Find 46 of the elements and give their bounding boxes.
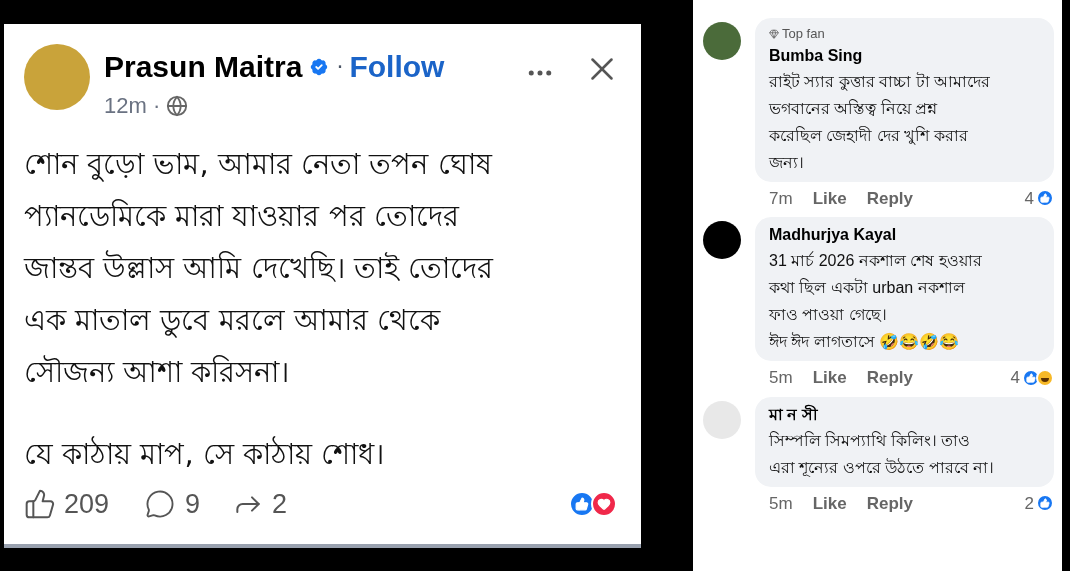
commenter-name[interactable]: Madhurjya Kayal [769, 223, 1040, 247]
comment-text-line: সিম্পলি সিমপ্যাথি কিলিং। তাও [769, 430, 972, 451]
comment-text-line: এরা শূন্যের ওপরে উঠতে পারবে না। [769, 457, 996, 479]
comment-text-line: ফাও পাওয়া গেছে। [769, 305, 888, 325]
comment-text-line: রাইট স্যার কুত্তার বাচ্চা টা আমাদের [769, 71, 992, 93]
avatar [703, 22, 741, 60]
like-link[interactable]: Like [812, 490, 847, 516]
comment-text-line: করেছিল জেহাদী দের খুশি করার [769, 125, 969, 147]
separator-dot: · [336, 53, 344, 81]
comment-time: 5m [769, 492, 793, 515]
commenter-name[interactable]: Bumba Sing [769, 43, 1040, 68]
like-link[interactable]: Like [812, 185, 847, 211]
like-link[interactable]: Like [812, 365, 847, 391]
comment-count: 9 [185, 487, 201, 521]
reaction-count: 4 [1024, 187, 1034, 210]
post-time: 12m · [104, 92, 161, 120]
reply-link[interactable]: Reply [866, 490, 913, 516]
post-text-line: যে কাঠায় মাপ, সে কাঠায় শোধ। [24, 435, 386, 473]
post-text-line: এক মাতাল ডুবে মরলে আমার থেকে [24, 302, 442, 340]
comment-text-line: ভগবানের অস্তিত্ব নিয়ে প্রশ্ন [769, 98, 939, 119]
post-text-line: জান্তব উল্লাস আমি দেখেছি। তাই তোদের [24, 249, 495, 287]
author-name[interactable]: Prasun Maitra [104, 44, 303, 89]
gem-icon [769, 28, 779, 39]
commenter-name[interactable]: মা ন সী [769, 402, 1040, 427]
reply-link[interactable]: Reply [866, 365, 913, 391]
comment-text-line: জন্য। [769, 152, 805, 173]
comment-time: 7m [769, 187, 793, 210]
like-count: 209 [64, 487, 110, 521]
comment-icon[interactable] [145, 488, 176, 519]
post-text-line: সৌজন্য আশা করিসনা। [24, 354, 291, 391]
comment-text-line: 31 মার্চ 2026 নকশাল শেষ হওয়ার [769, 250, 983, 271]
share-count: 2 [272, 487, 288, 521]
avatar [703, 221, 741, 259]
top-fan-label: Top fan [782, 25, 825, 43]
comment-time: 5m [769, 367, 793, 389]
like-icon[interactable] [24, 487, 56, 520]
reaction-count: 2 [1024, 492, 1034, 515]
comment-text-line: ঈদ ঈদ লাগতাসে 🤣😂🤣😂 [769, 331, 961, 352]
follow-link[interactable]: Follow [349, 44, 445, 89]
reply-link[interactable]: Reply [866, 185, 913, 211]
post-text-line: প্যানডেমিকে মারা যাওয়ার পর তোদের [24, 198, 461, 235]
reaction-count: 4 [1010, 367, 1020, 389]
globe-icon [166, 94, 189, 117]
comment-text-line: কথা ছিল একটা urban নকশাল [769, 277, 966, 298]
verified-badge-icon [308, 55, 331, 78]
post-text-line: শোন বুড়ো ভাম, আমার নেতা তপন ঘোষ [24, 146, 494, 184]
